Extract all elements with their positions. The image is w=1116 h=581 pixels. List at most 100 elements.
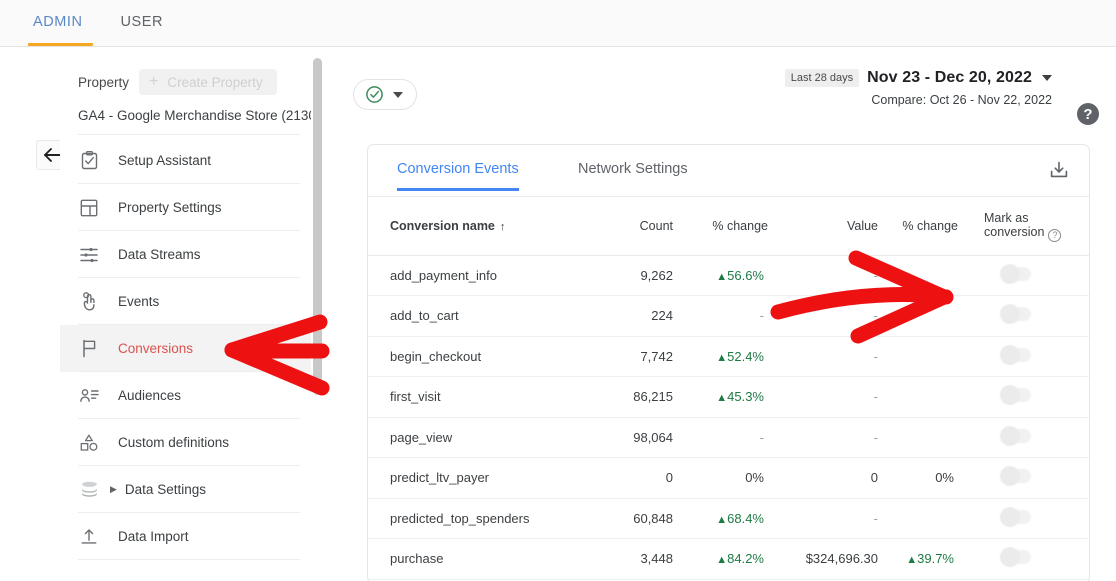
sidebar-item-data-settings[interactable]: ▶ Data Settings (60, 466, 322, 513)
sidebar-scrollbar-thumb[interactable] (313, 58, 322, 395)
cell-count: 86,215 (583, 376, 673, 418)
sidebar-item-custom-definitions[interactable]: Custom definitions (60, 419, 322, 466)
check-circle-icon (366, 86, 383, 103)
cell-conversion-name: purchase (368, 538, 583, 580)
date-compare-text: Compare: Oct 26 - Nov 22, 2022 (871, 93, 1052, 107)
tab-admin[interactable]: ADMIN (14, 0, 101, 46)
cell-mark-as-conversion (958, 255, 1089, 296)
cell-mark-as-conversion (958, 417, 1089, 458)
sidebar-item-audiences[interactable]: Audiences (60, 372, 322, 419)
sidebar-item-label: Custom definitions (118, 435, 230, 450)
layout-panel-icon (78, 199, 100, 217)
download-button[interactable] (1047, 159, 1071, 183)
column-header-count[interactable]: Count (583, 197, 673, 256)
column-header-value[interactable]: Value (768, 197, 878, 256)
mark-as-conversion-toggle[interactable] (1000, 344, 1031, 365)
table-row: first_visit 86,215 ▲45.3% - (368, 376, 1089, 418)
cell-mark-as-conversion (958, 376, 1089, 418)
mark-as-conversion-toggle[interactable] (1000, 466, 1031, 487)
column-header-value-change[interactable]: % change (878, 197, 958, 256)
sidebar-item-conversions[interactable]: Conversions (60, 325, 322, 372)
question-mark-icon: ? (1083, 105, 1093, 123)
property-name[interactable]: GA4 - Google Merchandise Store (2130... (60, 95, 322, 134)
sidebar: Property + Create Property GA4 - Google … (60, 47, 322, 581)
cell-conversion-name: add_payment_info (368, 255, 583, 296)
sidebar-item-label: Data Import (118, 529, 189, 544)
cell-count-change: ▲56.6% (673, 255, 768, 296)
cell-mark-as-conversion (958, 498, 1089, 539)
cell-count-change: - (673, 295, 768, 337)
pointer-hand-icon (78, 292, 100, 311)
cell-value: - (768, 255, 878, 296)
column-header-count-change[interactable]: % change (673, 197, 768, 256)
cell-conversion-name: page_view (368, 417, 583, 458)
mark-as-conversion-toggle[interactable] (1000, 263, 1031, 284)
cell-count: 9,262 (583, 255, 673, 296)
flag-icon (78, 339, 100, 358)
sidebar-item-label: Data Streams (118, 247, 201, 262)
shapes-icon (78, 434, 100, 452)
chevron-down-icon (393, 91, 403, 98)
cell-count: 0 (583, 457, 673, 499)
tab-user[interactable]: USER (101, 0, 182, 46)
sidebar-nav-list: Setup Assistant Property Settings Data S… (60, 135, 322, 560)
help-button[interactable]: ? (1077, 103, 1099, 125)
sidebar-item-property-settings[interactable]: Property Settings (60, 184, 322, 231)
cell-value-change (878, 295, 958, 337)
sidebar-item-data-streams[interactable]: Data Streams (60, 231, 322, 278)
mark-as-conversion-toggle[interactable] (1000, 304, 1031, 325)
cell-conversion-name: begin_checkout (368, 336, 583, 377)
table-row: add_to_cart 224- - (368, 295, 1089, 337)
table-body: add_payment_info 9,262 ▲56.6% - add_to_cart 2… (368, 255, 1089, 580)
cell-value: - (768, 336, 878, 377)
cell-value-change (878, 376, 958, 418)
property-header: Property + Create Property (60, 47, 322, 95)
cell-count-change: - (673, 417, 768, 458)
cell-conversion-name: first_visit (368, 376, 583, 418)
sidebar-item-divider (78, 559, 300, 560)
sidebar-scrollbar-track[interactable] (311, 47, 323, 581)
column-label: Conversion name (390, 219, 495, 234)
mark-as-conversion-toggle[interactable] (1000, 506, 1031, 527)
plus-icon: + (149, 73, 159, 90)
cell-count-change: ▲84.2% (673, 538, 768, 580)
clipboard-check-icon (78, 151, 100, 170)
tab-admin-label: ADMIN (33, 14, 83, 30)
sidebar-item-data-import[interactable]: Data Import (60, 513, 322, 560)
person-list-icon (78, 388, 100, 404)
column-header-conversion-name[interactable]: Conversion name ↑ (368, 197, 583, 256)
column-label: Mark as conversion (984, 211, 1045, 239)
mark-as-conversion-toggle[interactable] (1000, 547, 1031, 568)
status-filter-chip[interactable] (353, 79, 417, 110)
cell-count-change: ▲45.3% (673, 376, 768, 418)
table-row: page_view 98,064- - (368, 417, 1089, 458)
cell-mark-as-conversion (958, 538, 1089, 580)
sidebar-item-setup-assistant[interactable]: Setup Assistant (60, 137, 322, 184)
main-header: Last 28 days Nov 23 - Dec 20, 2022 Compa… (340, 47, 1116, 125)
mark-as-conversion-toggle[interactable] (1000, 425, 1031, 446)
table-row: predicted_top_spenders 60,848 ▲68.4% - (368, 498, 1089, 539)
cell-value-change (878, 255, 958, 296)
database-icon (78, 481, 100, 498)
cell-conversion-name: predict_ltv_payer (368, 457, 583, 499)
cell-value: - (768, 498, 878, 539)
mark-as-conversion-toggle[interactable] (1000, 385, 1031, 406)
sidebar-item-label: Conversions (118, 341, 194, 356)
date-range-text[interactable]: Nov 23 - Dec 20, 2022 (867, 69, 1032, 87)
tab-network-settings[interactable]: Network Settings (578, 161, 688, 191)
help-icon[interactable]: ? (1048, 228, 1062, 242)
sidebar-item-label: Data Settings (124, 482, 206, 497)
date-range-selector[interactable]: Last 28 days Nov 23 - Dec 20, 2022 Compa… (784, 69, 1052, 107)
table-row: add_payment_info 9,262 ▲56.6% - (368, 255, 1089, 296)
create-property-button[interactable]: + Create Property (139, 69, 277, 95)
main-content: Last 28 days Nov 23 - Dec 20, 2022 Compa… (340, 47, 1116, 581)
sliders-icon (78, 247, 100, 263)
cell-value: $324,696.30 (768, 538, 878, 580)
cell-conversion-name: add_to_cart (368, 295, 583, 337)
cell-value: 0 (768, 457, 878, 499)
tab-conversion-events[interactable]: Conversion Events (397, 161, 519, 191)
card-tab-bar: Conversion Events Network Settings (368, 145, 1089, 197)
sidebar-item-events[interactable]: Events (60, 278, 322, 325)
conversion-events-card: Conversion Events Network Settings Conve… (367, 144, 1090, 581)
date-preset-badge[interactable]: Last 28 days (784, 69, 860, 87)
